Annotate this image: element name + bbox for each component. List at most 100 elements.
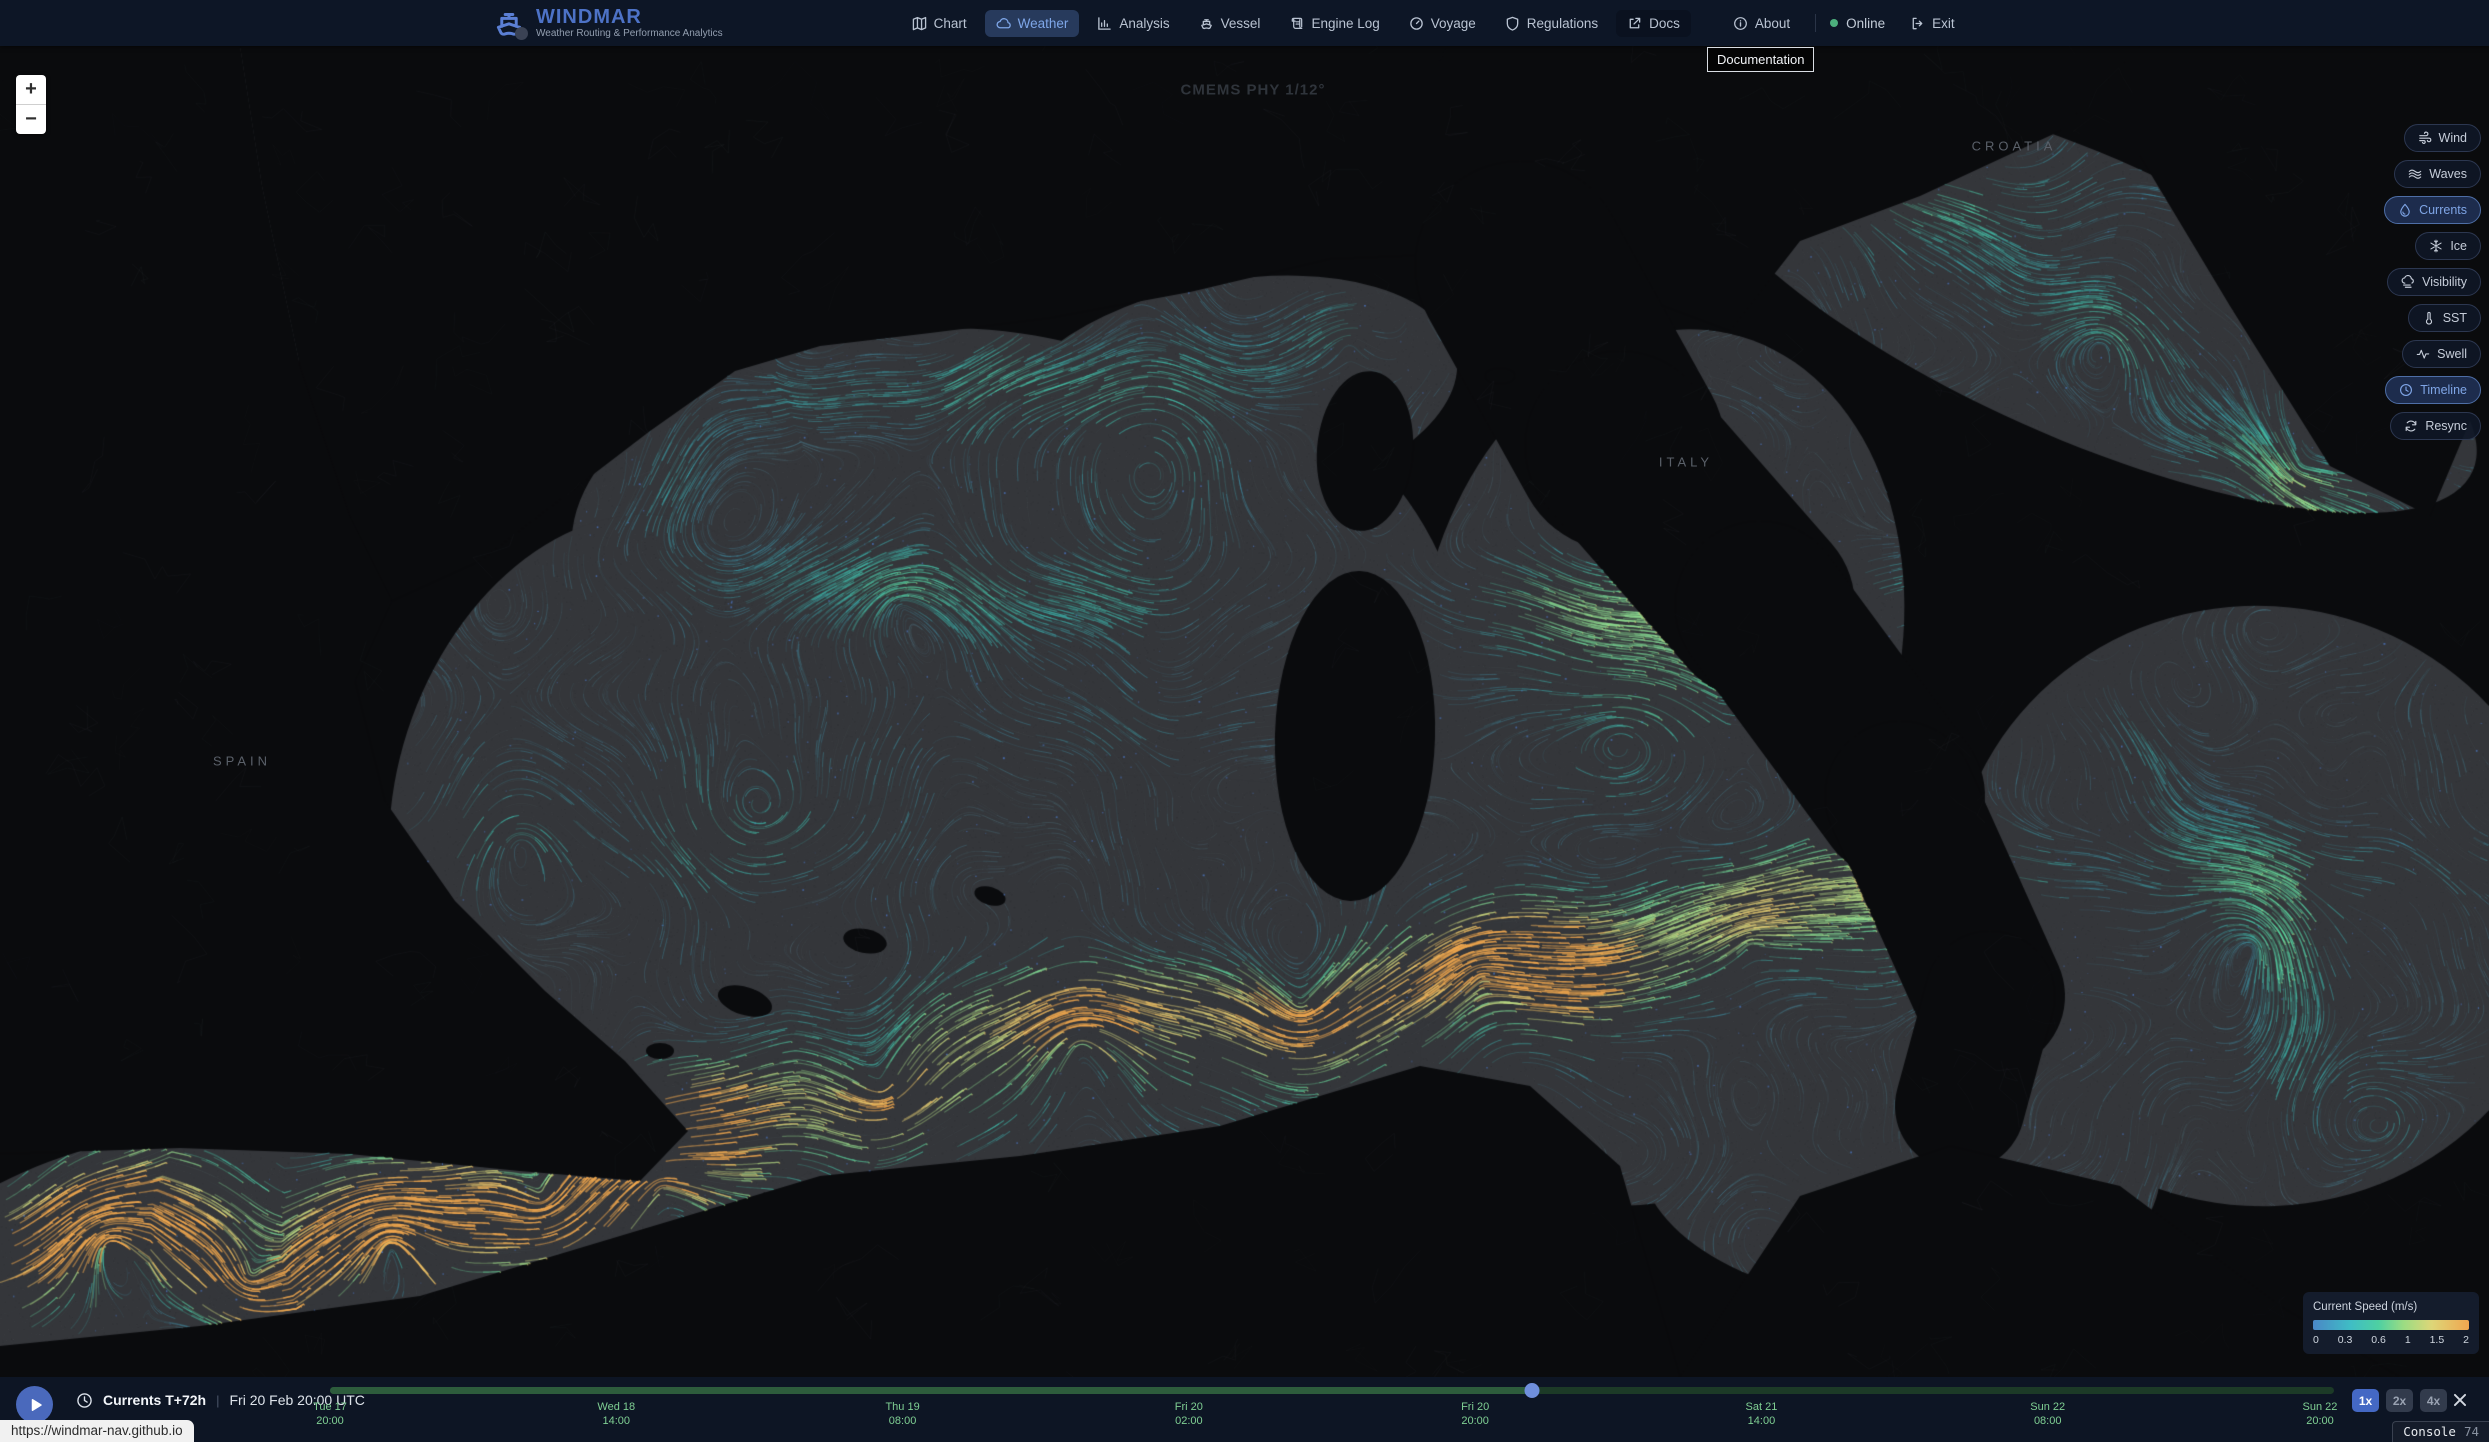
nav-label: Vessel xyxy=(1221,16,1261,31)
wind-icon xyxy=(2418,131,2432,145)
layer-panel: Wind Waves Currents Ice Visibility SST S… xyxy=(2384,124,2481,440)
country-label-italy: ITALY xyxy=(1659,455,1713,470)
layer-button-visibility[interactable]: Visibility xyxy=(2387,268,2481,296)
country-label-croatia: CROATIA xyxy=(1972,139,2057,154)
layer-button-ice[interactable]: Ice xyxy=(2415,232,2481,260)
timeline-tick: Wed 1814:00 xyxy=(597,1400,635,1428)
nav-label: About xyxy=(1755,16,1790,31)
refresh-icon xyxy=(2404,419,2418,433)
nav-label: Voyage xyxy=(1431,16,1476,31)
console-label: Console xyxy=(2403,1424,2456,1439)
external-link-icon xyxy=(1627,16,1642,31)
online-label: Online xyxy=(1846,16,1885,31)
timeline-track[interactable] xyxy=(330,1387,2334,1394)
country-label-spain: SPAIN xyxy=(213,754,271,769)
scroll-icon xyxy=(1289,16,1304,31)
timeline-tick: Tue 1720:00 xyxy=(313,1400,347,1428)
timeline-tick: Sun 2220:00 xyxy=(2303,1400,2338,1428)
nav-item-weather[interactable]: Weather xyxy=(985,10,1080,37)
map-container: CMEMS PHY 1/12° SPAIN ITALY CROATIA + − … xyxy=(0,46,2489,1377)
nav-item-voyage[interactable]: Voyage xyxy=(1398,10,1487,37)
nav-item-docs[interactable]: Docs xyxy=(1616,10,1691,37)
map-icon xyxy=(912,16,927,31)
nav-label: Exit xyxy=(1932,16,1955,31)
play-icon xyxy=(28,1397,44,1413)
timeline-thumb[interactable] xyxy=(1525,1383,1540,1398)
snowflake-icon xyxy=(2429,239,2443,253)
layer-button-sst[interactable]: SST xyxy=(2408,304,2481,332)
online-status: Online xyxy=(1830,16,1885,31)
zoom-in-button[interactable]: + xyxy=(16,75,46,104)
nav-status-group: About Online Exit xyxy=(1722,10,1966,37)
logout-icon xyxy=(1910,16,1925,31)
legend-gradient-bar xyxy=(2313,1320,2469,1330)
legend-ticks: 0 0.3 0.6 1 1.5 2 xyxy=(2313,1334,2469,1346)
timeline-layer-label: Currents T+72h xyxy=(103,1392,206,1408)
main-nav: Chart Weather Analysis Vessel Engine Log… xyxy=(901,10,1966,37)
playback-speed-group: 1x 2x 4x xyxy=(2352,1389,2447,1412)
app-tagline: Weather Routing & Performance Analytics xyxy=(536,28,723,40)
layer-button-currents[interactable]: Currents xyxy=(2384,196,2481,224)
nav-item-chart[interactable]: Chart xyxy=(901,10,978,37)
app-title: WINDMAR xyxy=(536,7,723,28)
legend-title: Current Speed (m/s) xyxy=(2313,1301,2469,1313)
droplet-icon xyxy=(2398,203,2412,217)
layer-button-waves[interactable]: Waves xyxy=(2394,160,2481,188)
docs-tooltip: Documentation xyxy=(1707,47,1814,72)
link-preview-statusbar: https://windmar-nav.github.io xyxy=(0,1420,194,1442)
thermometer-icon xyxy=(2422,311,2436,325)
online-dot-icon xyxy=(1830,19,1838,27)
nav-item-vessel[interactable]: Vessel xyxy=(1188,10,1272,37)
layer-button-timeline[interactable]: Timeline xyxy=(2385,376,2481,404)
nav-item-about[interactable]: About xyxy=(1722,10,1801,37)
nav-label: Chart xyxy=(934,16,967,31)
timeline-bar: Currents T+72h | Fri 20 Feb 20:00 UTC Tu… xyxy=(0,1377,2489,1442)
close-icon xyxy=(2451,1391,2469,1409)
nav-item-engine-log[interactable]: Engine Log xyxy=(1278,10,1390,37)
play-button[interactable] xyxy=(16,1386,53,1423)
layer-button-resync[interactable]: Resync xyxy=(2390,412,2481,440)
cloud-icon xyxy=(996,16,1011,31)
nav-label: Weather xyxy=(1018,16,1069,31)
nav-label: Docs xyxy=(1649,16,1680,31)
clock-icon xyxy=(2399,383,2413,397)
currents-map-canvas[interactable] xyxy=(0,46,2489,1377)
nav-item-exit[interactable]: Exit xyxy=(1899,10,1966,37)
timeline-zone: Tue 1720:00 Wed 1814:00 Thu 1908:00 Fri … xyxy=(330,1377,2334,1442)
timeline-progress-fill xyxy=(330,1387,1532,1394)
fog-icon xyxy=(2401,275,2415,289)
shield-icon xyxy=(1505,16,1520,31)
clock-icon xyxy=(76,1392,93,1409)
app-logo: WINDMAR Weather Routing & Performance An… xyxy=(492,6,723,40)
timeline-tick: Sun 2208:00 xyxy=(2030,1400,2065,1428)
nav-item-analysis[interactable]: Analysis xyxy=(1086,10,1180,37)
zoom-out-button[interactable]: − xyxy=(16,105,46,134)
nav-item-regulations[interactable]: Regulations xyxy=(1494,10,1609,37)
top-navigation-bar: WINDMAR Weather Routing & Performance An… xyxy=(0,0,2489,46)
nav-divider xyxy=(1815,14,1816,32)
speed-button-4x[interactable]: 4x xyxy=(2420,1389,2447,1412)
speed-button-2x[interactable]: 2x xyxy=(2386,1389,2413,1412)
ship-logo-icon xyxy=(492,6,526,40)
timeline-tick: Fri 2020:00 xyxy=(1461,1400,1489,1428)
model-watermark: CMEMS PHY 1/12° xyxy=(1181,82,1326,99)
timeline-close-button[interactable] xyxy=(2451,1391,2469,1409)
current-speed-legend: Current Speed (m/s) 0 0.3 0.6 1 1.5 2 xyxy=(2303,1292,2479,1354)
map-zoom-control: + − xyxy=(16,75,46,134)
timeline-separator: | xyxy=(216,1393,219,1408)
bar-chart-icon xyxy=(1097,16,1112,31)
timeline-tick: Thu 1908:00 xyxy=(885,1400,919,1428)
swell-icon xyxy=(2416,347,2430,361)
ship-icon xyxy=(1199,16,1214,31)
layer-button-wind[interactable]: Wind xyxy=(2404,124,2481,152)
layer-button-swell[interactable]: Swell xyxy=(2402,340,2481,368)
nav-label: Regulations xyxy=(1527,16,1598,31)
info-icon xyxy=(1733,16,1748,31)
waves-icon xyxy=(2408,167,2422,181)
console-value: 74 xyxy=(2464,1424,2479,1439)
speed-button-1x[interactable]: 1x xyxy=(2352,1389,2379,1412)
gauge-icon xyxy=(1409,16,1424,31)
console-badge[interactable]: Console 74 xyxy=(2392,1421,2489,1442)
nav-label: Engine Log xyxy=(1311,16,1379,31)
logo-dot xyxy=(515,27,528,40)
